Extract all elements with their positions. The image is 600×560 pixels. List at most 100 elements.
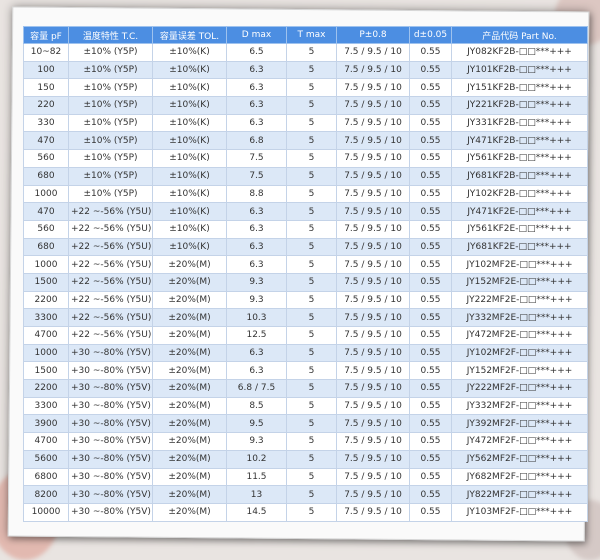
cell-t-max: 5 xyxy=(286,78,337,98)
cell-d-max: 6.3 xyxy=(226,113,287,133)
cell-pitch: 7.5 / 9.5 / 10 xyxy=(336,43,410,62)
cell-pitch: 7.5 / 9.5 / 10 xyxy=(336,96,410,115)
cell-tolerance: ±10%(K) xyxy=(152,219,227,239)
cell-d-max: 6.5 xyxy=(226,43,287,62)
cell-capacitance: 470 xyxy=(23,131,69,151)
cell-capacitance: 3900 xyxy=(23,414,69,434)
cell-capacitance: 10~82 xyxy=(23,43,69,62)
cell-t-max: 5 xyxy=(286,485,337,504)
header-tolerance: 容量误差 TOL. xyxy=(152,26,227,44)
table-row: 4700 +22 ~-56% (Y5U) ±20%(M) 12.5 5 7.5 / 9.5… xyxy=(23,326,588,345)
cell-temp-characteristic: ±10% (Y5P) xyxy=(68,78,153,98)
cell-part-number: JY561KF2E-□□***+++ xyxy=(451,219,588,239)
cell-lead-diameter: 0.55 xyxy=(409,432,452,451)
cell-lead-diameter: 0.55 xyxy=(409,166,452,186)
table-row: 2200 +22 ~-56% (Y5U) ±20%(M) 9.3 5 7.5 / 9.5 … xyxy=(23,290,588,310)
table-row: 1500 +22 ~-56% (Y5U) ±20%(M) 9.3 5 7.5 / 9.5 … xyxy=(23,272,588,292)
cell-part-number: JY102MF2E-□□***+++ xyxy=(451,255,588,274)
table-row: 10000 +30 ~-80% (Y5V) ±20%(M) 14.5 5 7.5 / 9.… xyxy=(23,502,588,522)
cell-lead-diameter: 0.55 xyxy=(409,485,452,504)
cell-pitch: 7.5 / 9.5 / 10 xyxy=(336,255,410,274)
cell-t-max: 5 xyxy=(286,43,337,62)
table-row: 560 ±10% (Y5P) ±10%(K) 7.5 5 7.5 / 9.5 / 10 0.… xyxy=(23,149,588,168)
cell-t-max: 5 xyxy=(286,432,337,451)
cell-temp-characteristic: +30 ~-80% (Y5V) xyxy=(68,343,153,363)
cell-capacitance: 5600 xyxy=(23,449,69,469)
table-row: 3300 +22 ~-56% (Y5U) ±20%(M) 10.3 5 7.5 / 9.5… xyxy=(23,308,588,327)
cell-temp-characteristic: +22 ~-56% (Y5U) xyxy=(68,308,153,327)
cell-part-number: JY152MF2F-□□***+++ xyxy=(451,361,588,381)
cell-tolerance: ±10%(K) xyxy=(152,60,227,80)
cell-temp-characteristic: +30 ~-80% (Y5V) xyxy=(68,414,153,434)
cell-tolerance: ±20%(M) xyxy=(152,396,227,416)
cell-tolerance: ±20%(M) xyxy=(152,467,227,487)
cell-part-number: JY822MF2F-□□***+++ xyxy=(451,485,588,504)
cell-temp-characteristic: ±10% (Y5P) xyxy=(68,149,153,168)
cell-part-number: JY471KF2B-□□***+++ xyxy=(451,131,588,151)
cell-lead-diameter: 0.55 xyxy=(409,113,452,133)
cell-d-max: 8.5 xyxy=(226,396,287,416)
cell-temp-characteristic: +22 ~-56% (Y5U) xyxy=(68,290,153,310)
cell-lead-diameter: 0.55 xyxy=(409,396,452,416)
cell-t-max: 5 xyxy=(286,502,337,522)
cell-pitch: 7.5 / 9.5 / 10 xyxy=(336,432,410,451)
cell-d-max: 6.3 xyxy=(226,202,287,221)
table-row: 1500 +30 ~-80% (Y5V) ±20%(M) 6.3 5 7.5 / 9.5 … xyxy=(23,361,588,381)
cell-t-max: 5 xyxy=(286,414,337,434)
cell-capacitance: 3300 xyxy=(23,396,69,416)
table-header-row: 容量 pF 温度特性 T.C. 容量误差 TOL. D max T max P±… xyxy=(23,26,588,44)
cell-part-number: JY682MF2F-□□***+++ xyxy=(451,467,588,487)
header-d-max: D max xyxy=(226,26,287,44)
cell-d-max: 6.3 xyxy=(226,78,287,98)
cell-d-max: 9.3 xyxy=(226,272,287,292)
table-row: 470 ±10% (Y5P) ±10%(K) 6.8 5 7.5 / 9.5 / 10 0.… xyxy=(23,131,588,151)
table-row: 5600 +30 ~-80% (Y5V) ±20%(M) 10.2 5 7.5 / 9.5… xyxy=(23,449,588,469)
cell-temp-characteristic: ±10% (Y5P) xyxy=(68,184,153,204)
cell-part-number: JY082KF2B-□□***+++ xyxy=(451,43,588,62)
cell-d-max: 6.3 xyxy=(226,60,287,80)
cell-temp-characteristic: ±10% (Y5P) xyxy=(68,96,153,115)
cell-d-max: 6.3 xyxy=(226,219,287,239)
cell-d-max: 10.3 xyxy=(226,308,287,327)
cell-tolerance: ±20%(M) xyxy=(152,361,227,381)
cell-pitch: 7.5 / 9.5 / 10 xyxy=(336,237,410,257)
cell-pitch: 7.5 / 9.5 / 10 xyxy=(336,326,410,345)
cell-capacitance: 4700 xyxy=(23,326,69,345)
cell-lead-diameter: 0.55 xyxy=(409,96,452,115)
cell-pitch: 7.5 / 9.5 / 10 xyxy=(336,485,410,504)
cell-part-number: JY152MF2E-□□***+++ xyxy=(451,272,588,292)
cell-lead-diameter: 0.55 xyxy=(409,219,452,239)
cell-capacitance: 1500 xyxy=(23,272,69,292)
table-row: 330 ±10% (Y5P) ±10%(K) 6.3 5 7.5 / 9.5 / 10 0.… xyxy=(23,113,588,133)
cell-temp-characteristic: +30 ~-80% (Y5V) xyxy=(68,467,153,487)
header-part-number: 产品代码 Part No. xyxy=(451,26,588,44)
table-row: 560 +22 ~-56% (Y5U) ±10%(K) 6.3 5 7.5 / 9.5 /… xyxy=(23,219,588,239)
cell-d-max: 9.3 xyxy=(226,290,287,310)
header-lead-diameter: d±0.05 xyxy=(409,26,452,44)
cell-lead-diameter: 0.55 xyxy=(409,149,452,168)
table-row: 10~82 ±10% (Y5P) ±10%(K) 6.5 5 7.5 / 9.5 / 10… xyxy=(23,43,588,62)
cell-lead-diameter: 0.55 xyxy=(409,237,452,257)
cell-capacitance: 680 xyxy=(23,166,69,186)
cell-temp-characteristic: +30 ~-80% (Y5V) xyxy=(68,379,153,398)
table-row: 1000 +22 ~-56% (Y5U) ±20%(M) 6.3 5 7.5 / 9.5 … xyxy=(23,255,588,274)
cell-temp-characteristic: ±10% (Y5P) xyxy=(68,113,153,133)
cell-pitch: 7.5 / 9.5 / 10 xyxy=(336,290,410,310)
cell-d-max: 7.5 xyxy=(226,166,287,186)
cell-part-number: JY221KF2B-□□***+++ xyxy=(451,96,588,115)
cell-capacitance: 10000 xyxy=(23,502,69,522)
cell-pitch: 7.5 / 9.5 / 10 xyxy=(336,131,410,151)
cell-t-max: 5 xyxy=(286,149,337,168)
cell-d-max: 6.3 xyxy=(226,96,287,115)
cell-tolerance: ±20%(M) xyxy=(152,432,227,451)
cell-part-number: JY151KF2B-□□***+++ xyxy=(451,78,588,98)
cell-temp-characteristic: +22 ~-56% (Y5U) xyxy=(68,326,153,345)
cell-part-number: JY102KF2B-□□***+++ xyxy=(451,184,588,204)
cell-temp-characteristic: +30 ~-80% (Y5V) xyxy=(68,502,153,522)
cell-pitch: 7.5 / 9.5 / 10 xyxy=(336,202,410,221)
cell-t-max: 5 xyxy=(286,219,337,239)
cell-tolerance: ±10%(K) xyxy=(152,184,227,204)
cell-lead-diameter: 0.55 xyxy=(409,290,452,310)
cell-pitch: 7.5 / 9.5 / 10 xyxy=(336,343,410,363)
header-t-max: T max xyxy=(286,26,337,44)
